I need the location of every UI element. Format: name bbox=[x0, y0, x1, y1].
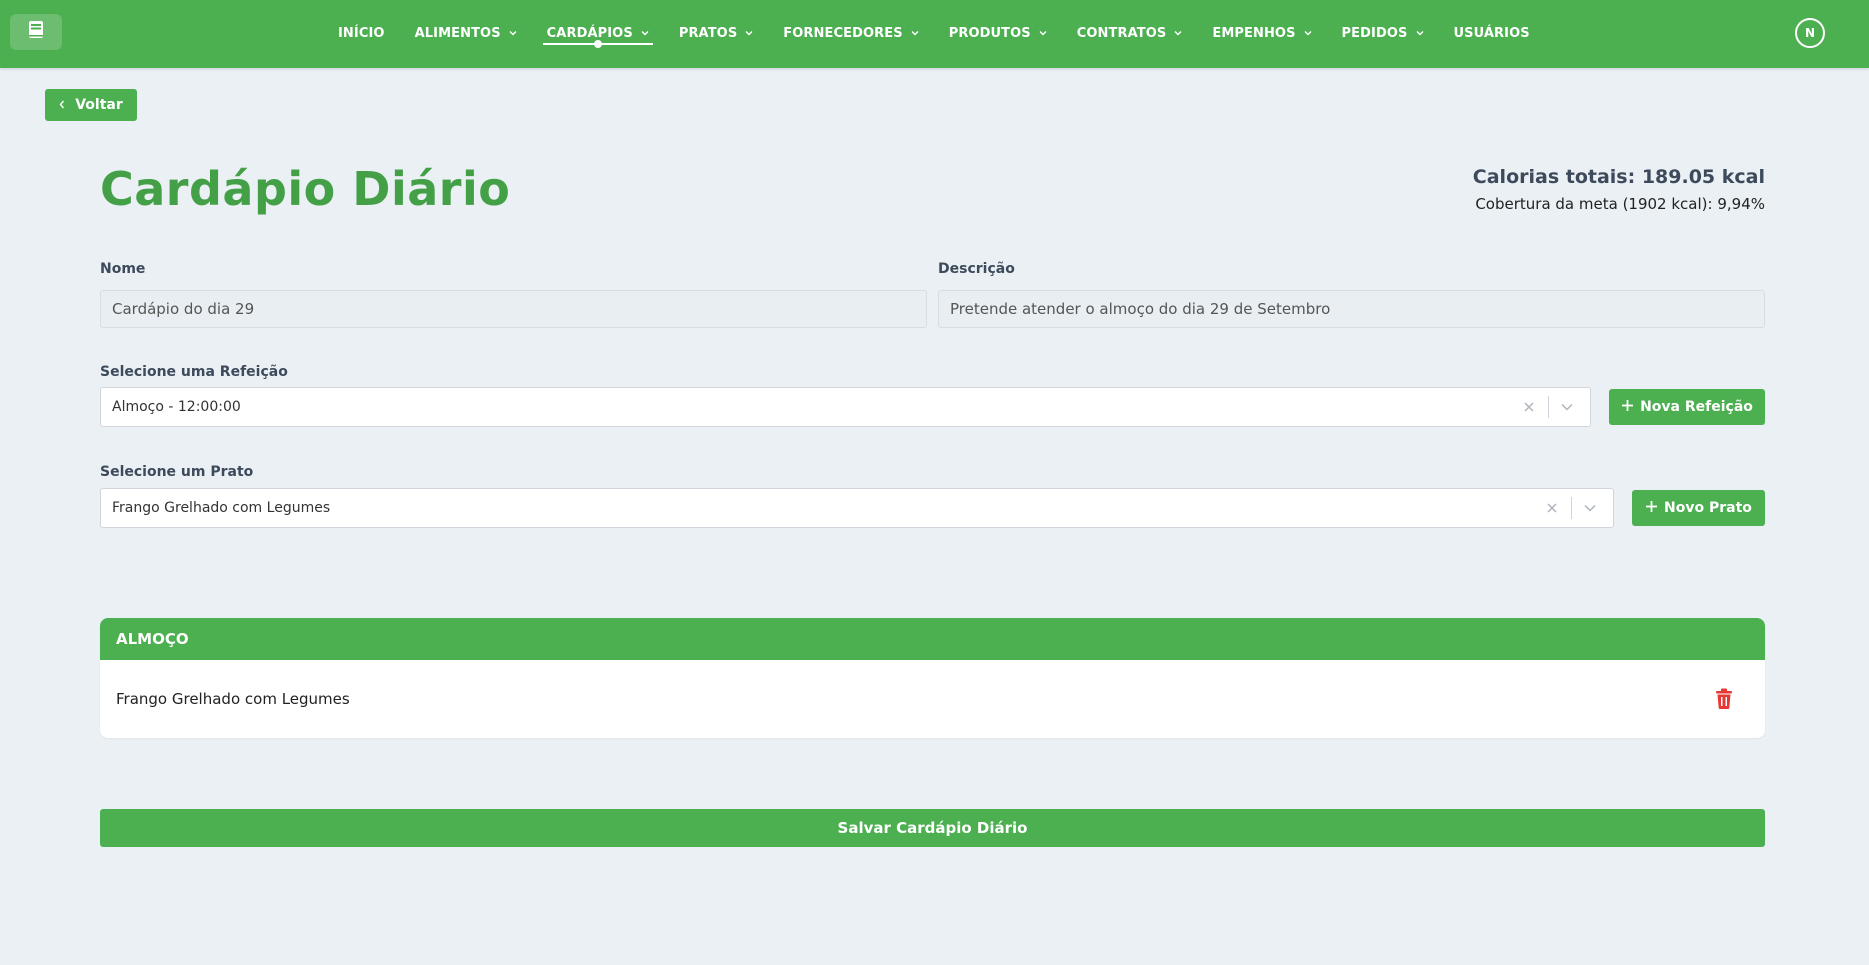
nav-item-label: PEDIDOS bbox=[1341, 25, 1408, 41]
back-button[interactable]: Voltar bbox=[45, 89, 137, 121]
description-value: Pretende atender o almoço do dia 29 de S… bbox=[950, 300, 1331, 318]
new-meal-label: Nova Refeição bbox=[1640, 399, 1753, 415]
chevron-down-icon bbox=[641, 30, 649, 36]
nav-item-inicio[interactable]: INÍCIO bbox=[338, 0, 385, 66]
nav-item-label: PRATOS bbox=[678, 25, 738, 41]
nav-item-label: USUÁRIOS bbox=[1453, 25, 1530, 41]
list-item: Frango Grelhado com Legumes bbox=[100, 660, 1765, 738]
description-field[interactable]: Pretende atender o almoço do dia 29 de S… bbox=[938, 290, 1765, 328]
nav-item-label: CARDÁPIOS bbox=[546, 25, 633, 41]
dish-name: Frango Grelhado com Legumes bbox=[116, 690, 350, 708]
dish-select-value: Frango Grelhado com Legumes bbox=[112, 500, 331, 516]
dish-select-label: Selecione um Prato bbox=[100, 464, 254, 480]
save-label: Salvar Cardápio Diário bbox=[837, 819, 1028, 837]
calories-coverage: Cobertura da meta (1902 kcal): 9,94% bbox=[1475, 195, 1765, 213]
chevron-down-icon[interactable] bbox=[1578, 504, 1602, 512]
close-icon[interactable] bbox=[1516, 402, 1542, 412]
chevron-left-icon bbox=[59, 97, 65, 113]
nav-item-fornecedores[interactable]: FORNECEDORES bbox=[783, 0, 919, 66]
chevron-down-icon bbox=[509, 30, 517, 36]
nav-item-label: ALIMENTOS bbox=[414, 25, 501, 41]
user-avatar[interactable]: N bbox=[1795, 18, 1825, 48]
page-title: Cardápio Diário bbox=[100, 162, 511, 216]
chevron-down-icon[interactable] bbox=[1555, 403, 1579, 411]
select-separator bbox=[1548, 396, 1549, 418]
nav-item-empenhos[interactable]: EMPENHOS bbox=[1212, 0, 1312, 66]
name-label: Nome bbox=[100, 261, 146, 277]
meal-select-value: Almoço - 12:00:00 bbox=[112, 399, 241, 415]
book-icon bbox=[27, 20, 45, 44]
nav-item-contratos[interactable]: CONTRATOS bbox=[1077, 0, 1183, 66]
plus-icon bbox=[1621, 399, 1634, 416]
nav-item-alimentos[interactable]: ALIMENTOS bbox=[415, 0, 517, 66]
nav-item-pratos[interactable]: PRATOS bbox=[679, 0, 753, 66]
meal-card: ALMOÇO Frango Grelhado com Legumes bbox=[100, 618, 1765, 738]
main-nav: INÍCIO ALIMENTOS CARDÁPIOS PRATOS FORNEC… bbox=[338, 0, 1560, 66]
name-value: Cardápio do dia 29 bbox=[112, 300, 255, 318]
nav-item-produtos[interactable]: PRODUTOS bbox=[949, 0, 1047, 66]
nav-item-label: PRODUTOS bbox=[948, 25, 1031, 41]
plus-icon bbox=[1645, 500, 1658, 517]
nav-item-cardapios[interactable]: CARDÁPIOS bbox=[542, 0, 653, 66]
avatar-initial: N bbox=[1804, 26, 1816, 40]
close-icon[interactable] bbox=[1539, 503, 1565, 513]
nav-item-label: EMPENHOS bbox=[1212, 25, 1296, 41]
meal-select[interactable]: Almoço - 12:00:00 bbox=[100, 387, 1591, 427]
nav-item-pedidos[interactable]: PEDIDOS bbox=[1342, 0, 1424, 66]
logo-button[interactable] bbox=[10, 14, 62, 50]
nav-item-label: CONTRATOS bbox=[1076, 25, 1167, 41]
trash-icon[interactable] bbox=[1709, 684, 1739, 714]
calories-total: Calorias totais: 189.05 kcal bbox=[1472, 166, 1765, 188]
nav-item-label: INÍCIO bbox=[338, 25, 385, 41]
new-dish-button[interactable]: Novo Prato bbox=[1632, 490, 1765, 526]
chevron-down-icon bbox=[911, 30, 919, 36]
description-label: Descrição bbox=[938, 261, 1015, 277]
new-meal-button[interactable]: Nova Refeição bbox=[1609, 389, 1765, 425]
select-separator bbox=[1571, 497, 1572, 519]
chevron-down-icon bbox=[1304, 30, 1312, 36]
active-dot bbox=[593, 40, 602, 48]
nav-item-usuarios[interactable]: USUÁRIOS bbox=[1454, 0, 1530, 66]
chevron-down-icon bbox=[745, 30, 753, 36]
new-dish-label: Novo Prato bbox=[1664, 500, 1752, 516]
chevron-down-icon bbox=[1174, 30, 1182, 36]
back-label: Voltar bbox=[75, 97, 123, 113]
chevron-down-icon bbox=[1416, 30, 1424, 36]
top-navbar: INÍCIO ALIMENTOS CARDÁPIOS PRATOS FORNEC… bbox=[0, 0, 1869, 68]
dish-select[interactable]: Frango Grelhado com Legumes bbox=[100, 488, 1614, 528]
meal-card-header: ALMOÇO bbox=[100, 618, 1765, 660]
nav-item-label: FORNECEDORES bbox=[783, 25, 903, 41]
name-field[interactable]: Cardápio do dia 29 bbox=[100, 290, 927, 328]
chevron-down-icon bbox=[1039, 30, 1047, 36]
meal-select-label: Selecione uma Refeição bbox=[100, 364, 288, 380]
save-button[interactable]: Salvar Cardápio Diário bbox=[100, 809, 1765, 847]
